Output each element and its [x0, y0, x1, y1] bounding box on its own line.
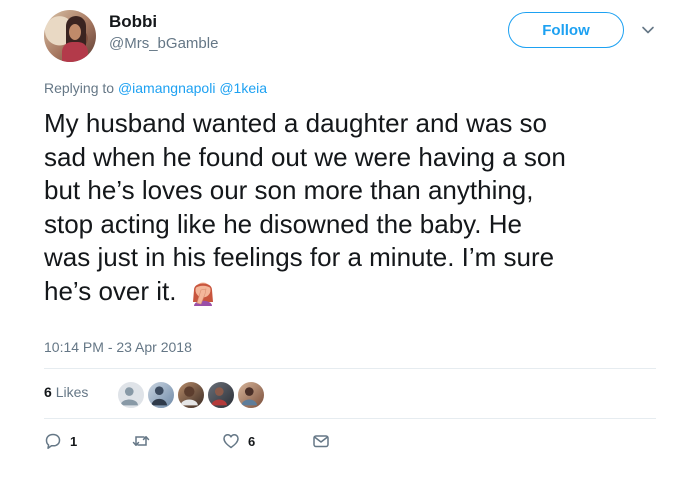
liker-avatar[interactable] [176, 380, 206, 410]
heart-icon [223, 434, 239, 449]
liker-avatar[interactable] [206, 380, 236, 410]
reply-count: 1 [70, 433, 78, 449]
reply-icon [45, 433, 61, 449]
reply-button[interactable]: 1 [44, 432, 77, 450]
default-avatar-icon [120, 387, 138, 406]
tweet-line: sad when he found out we were having a s… [44, 141, 566, 172]
tweet-line: stop acting like he disowned the baby. H… [44, 208, 522, 239]
mention-link[interactable]: @iamangnapoli [118, 80, 216, 96]
envelope-icon [313, 435, 329, 448]
photo-avatar-icon [151, 386, 168, 406]
divider [44, 418, 656, 419]
photo-avatar-icon [241, 387, 258, 406]
tweet-line: My husband wanted a daughter and was so [44, 108, 548, 138]
liker-avatar[interactable] [116, 380, 146, 410]
retweet-icon [132, 436, 150, 446]
photo-avatar-icon [180, 386, 198, 406]
retweet-button[interactable] [132, 432, 158, 450]
tweet-line-last: he’s over it. [44, 275, 684, 309]
user-handle[interactable]: @Mrs_bGamble [109, 35, 218, 52]
avatar[interactable] [44, 10, 96, 62]
reply-context-prefix: Replying to [44, 80, 115, 96]
woman-facepalming-emoji-icon [192, 282, 213, 306]
chevron-down-icon[interactable] [640, 22, 656, 38]
follow-button[interactable]: Follow [508, 12, 624, 48]
tweet-text: My husband wanted a daughter and was so … [44, 107, 684, 308]
tweet-line: but he’s loves our son more than anythin… [44, 175, 534, 205]
like-button[interactable]: 6 [222, 432, 255, 450]
liker-avatar[interactable] [236, 380, 266, 410]
likes-count[interactable]: 6 Likes [44, 384, 88, 400]
tweet-timestamp[interactable]: 10:14 PM - 23 Apr 2018 [44, 339, 192, 355]
reply-context: Replying to @iamangnapoli @1keia [44, 80, 267, 96]
tweet-line: was just in his feelings for a minute. I… [44, 242, 555, 272]
mention-link[interactable]: @1keia [219, 80, 267, 96]
divider [44, 368, 656, 369]
photo-avatar-icon [211, 387, 228, 406]
tweet-line: he’s over it. [44, 275, 177, 306]
direct-message-button[interactable] [312, 432, 330, 450]
liker-avatar[interactable] [146, 380, 176, 410]
like-count: 6 [248, 433, 256, 449]
likes-number: 6 [44, 384, 52, 400]
display-name[interactable]: Bobbi [109, 12, 157, 32]
likes-label: Likes [55, 384, 89, 400]
